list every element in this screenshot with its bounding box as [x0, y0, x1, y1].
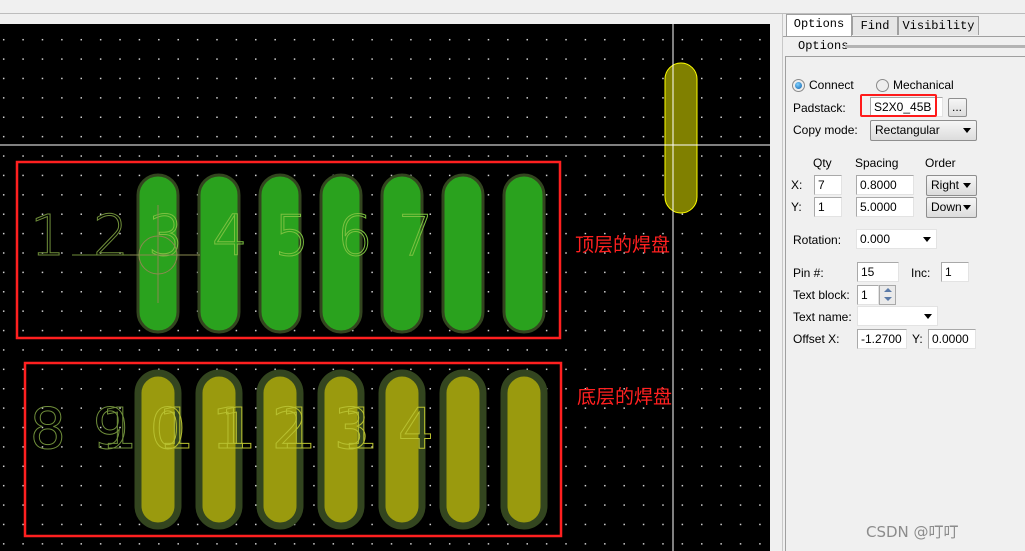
annotation-top-pads: 顶层的焊盘: [575, 234, 671, 256]
chevron-down-icon: [924, 314, 932, 319]
offset-x-label: Offset X:: [793, 332, 840, 346]
spacing-y-input[interactable]: 5.0000: [856, 197, 914, 217]
text-block-spinner[interactable]: [879, 285, 896, 305]
annotation-bottom-pads: 底层的焊盘: [577, 386, 673, 408]
padstack-label: Padstack:: [793, 101, 846, 115]
pad-number-label: 2: [93, 204, 129, 269]
padstack-highlight: [860, 94, 937, 117]
pin-input[interactable]: 15: [857, 262, 899, 282]
bottom-pad: [500, 369, 548, 530]
spin-down-icon[interactable]: [884, 297, 892, 301]
copy-mode-label: Copy mode:: [793, 123, 858, 137]
spacing-x-input[interactable]: 0.8000: [856, 175, 914, 195]
y-label: Y:: [791, 200, 802, 214]
pad-number-label: 8: [30, 397, 66, 462]
group-title-bar: [845, 45, 1025, 48]
inc-label: Inc:: [911, 266, 931, 280]
order-y-dropdown[interactable]: Down: [926, 197, 977, 218]
selected-pad: [664, 62, 698, 214]
spacing-header: Spacing: [855, 156, 899, 170]
pad-number-label: 11: [212, 397, 256, 462]
tab-divider: [783, 36, 1025, 37]
text-block-input[interactable]: 1: [857, 285, 879, 305]
group-title: Options: [798, 39, 849, 53]
rotation-value: 0.000: [860, 232, 891, 246]
pad-number-label: 21: [272, 397, 316, 462]
mechanical-label: Mechanical: [893, 78, 954, 92]
rotation-dropdown[interactable]: 0.000: [856, 229, 937, 249]
inc-input[interactable]: 1: [941, 262, 969, 282]
top-pad: [502, 173, 546, 334]
pcb-drawing: 1 2 3 4 5 6 78 91 01 11 21 31 4: [0, 24, 770, 551]
qty-x-input[interactable]: 7: [814, 175, 842, 195]
qty-y-input[interactable]: 1: [814, 197, 842, 217]
chevron-down-icon: [963, 128, 971, 133]
pad-number-label: 7: [398, 204, 434, 269]
tab-visibility[interactable]: Visibility: [898, 16, 979, 35]
top-toolbar: [0, 0, 1025, 14]
pin-label: Pin #:: [793, 266, 824, 280]
pad-number-label: 5: [274, 204, 310, 269]
pad-number-label: 4: [212, 204, 248, 269]
order-x-dropdown[interactable]: Right: [926, 175, 977, 196]
offset-x-input[interactable]: -1.2700: [857, 329, 907, 349]
chevron-down-icon: [923, 237, 931, 242]
rotation-label: Rotation:: [793, 233, 842, 247]
text-name-label: Text name:: [793, 310, 852, 324]
copy-mode-value: Rectangular: [875, 123, 940, 137]
order-x-value: Right: [931, 178, 960, 192]
chevron-down-icon: [963, 205, 971, 210]
pad-number-label: 4: [398, 397, 434, 462]
bottom-pad: [439, 369, 487, 530]
qty-header: Qty: [813, 156, 832, 170]
chevron-down-icon: [963, 183, 971, 188]
pad-number-label: 6: [337, 204, 373, 269]
pcb-design-canvas[interactable]: 1 2 3 4 5 6 7 8 91 01 11 21 31 4 顶层的焊盘 底层的焊盘: [0, 24, 770, 551]
offset-y-input[interactable]: 0.0000: [928, 329, 976, 349]
connect-radio[interactable]: [792, 79, 805, 92]
offset-y-label: Y:: [912, 332, 923, 346]
text-block-label: Text block:: [793, 288, 850, 302]
spin-up-icon[interactable]: [884, 288, 892, 292]
pad-number-label: 91: [93, 397, 137, 462]
copy-mode-dropdown[interactable]: Rectangular: [870, 120, 977, 141]
text-name-dropdown[interactable]: [857, 306, 938, 326]
pad-number-label: 01: [150, 397, 194, 462]
order-y-value: Down: [931, 200, 962, 214]
tab-find[interactable]: Find: [852, 16, 898, 35]
x-label: X:: [791, 178, 803, 192]
mechanical-radio[interactable]: [876, 79, 889, 92]
tab-options[interactable]: Options: [786, 14, 852, 36]
watermark: CSDN @叮叮: [866, 523, 959, 541]
order-header: Order: [925, 156, 956, 170]
top-pad: [441, 173, 485, 334]
pad-number-label: 1: [30, 204, 66, 269]
pad-number-label: 31: [334, 397, 378, 462]
connect-label: Connect: [809, 78, 854, 92]
options-panel: Options Find Visibility Options Connect …: [782, 14, 1025, 551]
padstack-browse-button[interactable]: ...: [948, 98, 967, 117]
